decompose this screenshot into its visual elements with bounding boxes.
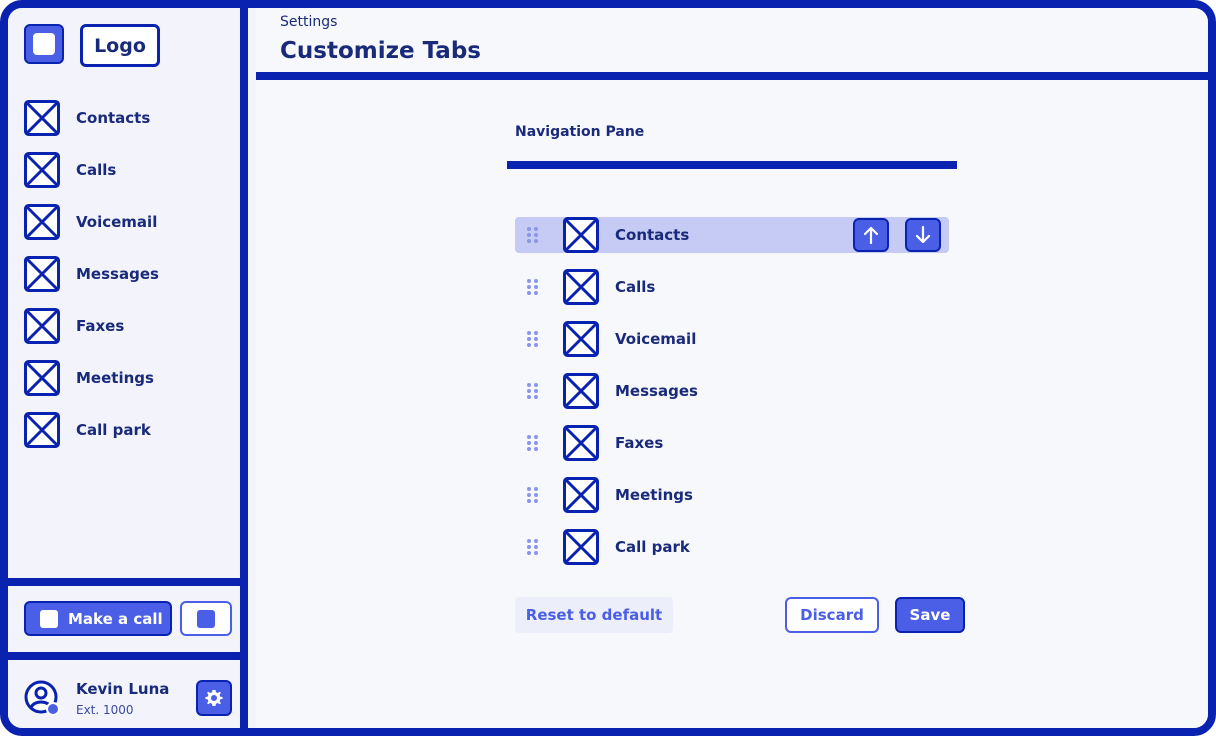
app-icon[interactable]	[24, 24, 64, 64]
placeholder-x-icon	[563, 269, 599, 305]
sidebar-item-call-park[interactable]: Call park	[24, 412, 159, 448]
placeholder-x-icon	[563, 477, 599, 513]
tab-label: Call park	[615, 538, 690, 556]
gear-icon	[205, 690, 223, 706]
sidebar-item-label: Call park	[76, 421, 151, 439]
drag-handle-icon[interactable]	[525, 382, 541, 400]
sidebar-item-meetings[interactable]: Meetings	[24, 360, 159, 396]
save-button[interactable]: Save	[895, 597, 965, 633]
placeholder-x-icon	[563, 425, 599, 461]
arrow-down-icon	[915, 225, 931, 244]
drag-handle-icon[interactable]	[525, 486, 541, 504]
tab-label: Meetings	[615, 486, 693, 504]
sidebar-item-contacts[interactable]: Contacts	[24, 100, 159, 136]
sidebar-divider	[8, 652, 248, 660]
sidebar-item-label: Calls	[76, 161, 117, 179]
tab-row-calls[interactable]: Calls	[515, 269, 949, 305]
tab-row-voicemail[interactable]: Voicemail	[515, 321, 949, 357]
arrow-up-icon	[863, 226, 879, 245]
sidebar-item-label: Voicemail	[76, 213, 158, 231]
placeholder-x-icon	[24, 308, 60, 344]
tab-label: Faxes	[615, 434, 664, 452]
user-name: Kevin Luna	[76, 680, 170, 698]
tab-label: Calls	[615, 278, 656, 296]
tab-label: Voicemail	[615, 330, 697, 348]
drag-handle-icon[interactable]	[525, 538, 541, 556]
reset-to-default-button[interactable]: Reset to default	[515, 597, 673, 633]
tab-row-contacts[interactable]: Contacts	[515, 217, 949, 253]
logo: Logo	[80, 24, 160, 67]
settings-button[interactable]	[196, 680, 232, 716]
breadcrumb[interactable]: Settings	[280, 14, 337, 30]
placeholder-x-icon	[563, 217, 599, 253]
page-header: Settings Customize Tabs	[256, 8, 1208, 72]
placeholder-x-icon	[24, 152, 60, 188]
make-call-button[interactable]: Make a call	[24, 601, 172, 636]
tab-label: Contacts	[615, 226, 690, 244]
make-call-label: Make a call	[68, 609, 163, 628]
tab-row-call-park[interactable]: Call park	[515, 529, 949, 565]
drag-handle-icon[interactable]	[525, 330, 541, 348]
drag-handle-icon[interactable]	[525, 434, 541, 452]
sidebar-item-calls[interactable]: Calls	[24, 152, 159, 188]
call-options-button[interactable]	[180, 601, 232, 636]
section-underline	[507, 161, 957, 169]
sidebar-item-voicemail[interactable]: Voicemail	[24, 204, 159, 240]
user-extension: Ext. 1000	[76, 703, 134, 717]
app-window: Logo Contacts Calls Voicemail Messages F…	[0, 0, 1216, 736]
placeholder-x-icon	[24, 100, 60, 136]
main-content: Navigation Pane Contacts Calls Voicemail	[256, 80, 1208, 728]
tab-row-meetings[interactable]: Meetings	[515, 477, 949, 513]
sidebar-divider	[8, 578, 248, 586]
move-down-button[interactable]	[905, 218, 941, 252]
sidebar-item-label: Meetings	[76, 369, 154, 387]
discard-button[interactable]: Discard	[785, 597, 879, 633]
placeholder-x-icon	[24, 360, 60, 396]
tab-row-faxes[interactable]: Faxes	[515, 425, 949, 461]
sidebar-item-messages[interactable]: Messages	[24, 256, 159, 292]
placeholder-x-icon	[24, 412, 60, 448]
options-icon	[197, 609, 215, 628]
avatar[interactable]	[24, 680, 60, 716]
drag-handle-icon[interactable]	[525, 226, 541, 244]
placeholder-x-icon	[563, 373, 599, 409]
placeholder-x-icon	[24, 256, 60, 292]
placeholder-x-icon	[563, 321, 599, 357]
page-title: Customize Tabs	[280, 38, 481, 64]
sidebar-item-label: Faxes	[76, 317, 125, 335]
sidebar-item-label: Contacts	[76, 109, 151, 127]
section-title: Navigation Pane	[515, 124, 645, 140]
placeholder-x-icon	[563, 529, 599, 565]
move-up-button[interactable]	[853, 218, 889, 252]
sidebar: Logo Contacts Calls Voicemail Messages F…	[8, 8, 248, 728]
tab-label: Messages	[615, 382, 698, 400]
placeholder-x-icon	[24, 204, 60, 240]
drag-handle-icon[interactable]	[525, 278, 541, 296]
sidebar-nav: Contacts Calls Voicemail Messages Faxes …	[24, 100, 159, 464]
sidebar-item-label: Messages	[76, 265, 159, 283]
tab-row-messages[interactable]: Messages	[515, 373, 949, 409]
call-icon	[40, 609, 58, 628]
sidebar-item-faxes[interactable]: Faxes	[24, 308, 159, 344]
header-divider	[256, 72, 1208, 80]
